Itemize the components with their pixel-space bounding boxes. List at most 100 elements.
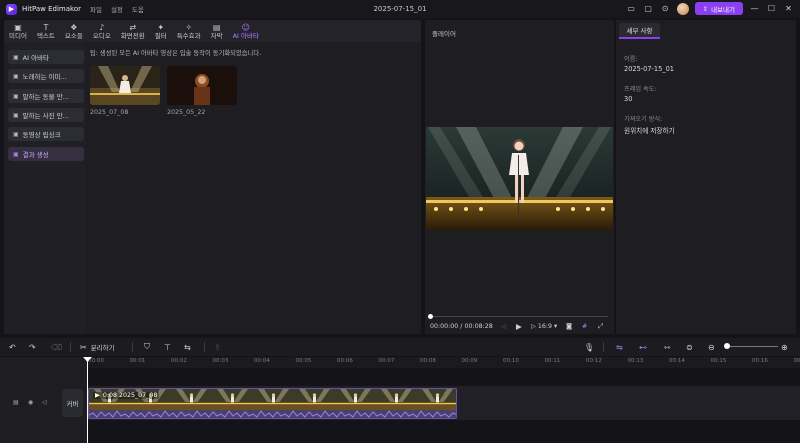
download-icon[interactable]: ⊙ [660, 3, 671, 14]
toggle-icon[interactable]: ⊜ [686, 340, 693, 354]
lipsync-icon: ▣ [13, 130, 19, 138]
undo-icon[interactable]: ↶ [9, 340, 16, 354]
sidebar-item-result[interactable]: ▣ 결과 생성 [8, 147, 84, 161]
track-mute-icon[interactable]: ◁ [42, 399, 47, 406]
export-icon: ⇪ [702, 4, 709, 13]
sidebar-item-singing-image[interactable]: ▣ 노래하는 이미... [8, 69, 84, 83]
subtitle-icon: ▤ [212, 22, 221, 32]
menu-file[interactable]: 파일 [90, 4, 102, 14]
fit-icon[interactable]: ⇿ [664, 340, 671, 354]
aspect-ratio-select[interactable]: ▷ 16:9 ▾ [531, 323, 557, 330]
track-visibility-icon[interactable]: ◉ [28, 399, 33, 406]
snapshot-icon[interactable]: ◙ [566, 323, 572, 330]
tab-label: 특수효과 [176, 31, 201, 40]
redo-icon[interactable]: ↷ [29, 340, 36, 354]
library-panel: ▣ AI 아바타 ▣ 노래하는 이미... ▣ 말하는 동물 만... ▣ 말하는 사진… [4, 42, 421, 334]
minimize-icon[interactable]: — [749, 3, 760, 14]
split-button[interactable]: ✂ 분리하기 [80, 340, 115, 354]
delete-icon[interactable]: ⌫ [51, 340, 62, 354]
ruler-tick: 00:09 [461, 358, 478, 364]
zoom-slider-handle[interactable] [724, 343, 730, 349]
media-icon: ▣ [14, 22, 22, 32]
export-clip-icon[interactable]: ⇪ [214, 340, 221, 354]
ruler-tick: 00:08 [420, 358, 436, 364]
tab-audio[interactable]: ♪ 오디오 [88, 20, 116, 42]
zoom-slider[interactable] [728, 346, 778, 347]
import-label: 가져오기 방식: [624, 116, 663, 123]
tab-ai-avatar[interactable]: ☺ AI 아바타 [228, 20, 264, 42]
fps-label: 프레임 속도: [624, 86, 657, 93]
tab-label: 미디어 [9, 31, 27, 40]
portrait-singer-image [167, 66, 237, 105]
tab-effects[interactable]: ✧ 특수효과 [172, 20, 206, 42]
tab-label: 요소들 [64, 31, 83, 40]
fps-value: 30 [624, 95, 633, 103]
playhead[interactable] [87, 357, 88, 443]
player-panel: 플레이어 00:00:00 / 00:08:28 ◁ ▶ ▷ 16:9 ▾ ◙ … [425, 20, 614, 334]
ruler-tick: 00:16 [752, 358, 768, 364]
maximize-icon[interactable]: ☐ [766, 3, 777, 14]
tab-filter[interactable]: ✦ 필터 [150, 20, 172, 42]
ruler-tick: 00:07 [378, 358, 395, 364]
ruler-tick: 00:04 [254, 358, 270, 364]
shield-icon[interactable]: ⛉ [144, 340, 150, 354]
prev-frame-icon[interactable]: ◁ [501, 323, 506, 330]
media-thumbnail[interactable] [167, 66, 237, 105]
time-separator: / [460, 323, 463, 330]
clip-label-text: 0:08 2025_07_08 [102, 392, 158, 399]
sidebar-item-talking-photo[interactable]: ▣ 말하는 사진 만... [8, 108, 84, 122]
export-label: 내보내기 [711, 5, 735, 14]
video-clip[interactable]: ▶ 0:08 2025_07_08 [88, 388, 457, 419]
grid-icon[interactable]: # [582, 323, 587, 330]
close-icon[interactable]: ✕ [783, 3, 794, 14]
tab-label: 화면전환 [120, 31, 145, 40]
ruler-tick: 00:02 [171, 358, 187, 364]
text-box-icon[interactable]: ⊤ [164, 340, 171, 354]
fullscreen-icon[interactable]: ⤢ [598, 323, 603, 331]
export-button[interactable]: ⇪ 내보내기 [694, 2, 743, 15]
divider [603, 342, 604, 352]
player-scrubber[interactable] [430, 316, 608, 317]
sidebar-item-lipsync[interactable]: ▣ 동영상 립싱크 [8, 127, 84, 141]
zoom-in-icon[interactable]: ⊕ [781, 340, 788, 354]
audio-icon: ♪ [99, 22, 105, 32]
talking-photo-icon: ▣ [13, 111, 19, 119]
tab-text[interactable]: T 텍스트 [32, 20, 60, 42]
zoom-out-icon[interactable]: ⊖ [708, 340, 715, 354]
menu-help[interactable]: 도움 [132, 4, 144, 14]
divider [204, 342, 205, 352]
title-bar: ▶ HitPaw Edimakor 파일 설정 도움 2025-07-15_01… [0, 0, 800, 18]
scrubber-handle[interactable] [428, 314, 433, 319]
thumbnail-label: 2025_07_08 [90, 109, 129, 116]
feedback-icon[interactable]: ▭ [626, 3, 637, 14]
sidebar-item-ai-avatar[interactable]: ▣ AI 아바타 [8, 50, 84, 64]
scissors-icon: ✂ [80, 342, 87, 352]
tab-subtitle[interactable]: ▤ 자막 [206, 20, 228, 42]
sidebar: ▣ AI 아바타 ▣ 노래하는 이미... ▣ 말하는 동물 만... ▣ 말하는 사진… [4, 42, 86, 334]
detach-icon[interactable]: ⇆ [184, 340, 191, 354]
tab-elements[interactable]: ❖ 요소들 [60, 20, 88, 42]
menu-settings[interactable]: 설정 [111, 4, 123, 14]
avatar[interactable] [676, 2, 689, 15]
media-thumbnail[interactable] [90, 66, 160, 105]
tab-media[interactable]: ▣ 미디어 [4, 20, 32, 42]
video-preview[interactable] [426, 127, 613, 230]
tab-transition[interactable]: ⇄ 화면전환 [116, 20, 150, 42]
cover-button[interactable]: 커버 [62, 389, 83, 417]
play-icon[interactable]: ▶ [516, 322, 522, 331]
link-icon[interactable]: ⇋ [616, 340, 623, 354]
singing-image-icon: ▣ [13, 72, 19, 80]
monitor-icon[interactable]: ▢ [643, 3, 654, 14]
sidebar-item-label: 동영상 립싱크 [22, 131, 61, 139]
microphone-icon[interactable]: 🎙 [584, 340, 594, 354]
sidebar-item-talking-animal[interactable]: ▣ 말하는 동물 만... [8, 89, 84, 103]
split-label: 분리하기 [90, 344, 115, 352]
tab-details[interactable]: 세부 사항 [619, 23, 660, 39]
sidebar-item-label: 결과 생성 [22, 151, 49, 159]
timeline-ruler[interactable]: 00:00 00:01 00:02 00:03 00:04 00:05 00:06 00:07… [87, 357, 800, 368]
track-lock-icon[interactable]: ▤ [13, 399, 19, 406]
name-value: 2025-07-15_01 [624, 65, 675, 73]
transition-icon: ⇄ [129, 22, 137, 32]
aspect-ratio-label: 16:9 [537, 323, 552, 330]
magnet-icon[interactable]: ⊷ [639, 340, 647, 354]
